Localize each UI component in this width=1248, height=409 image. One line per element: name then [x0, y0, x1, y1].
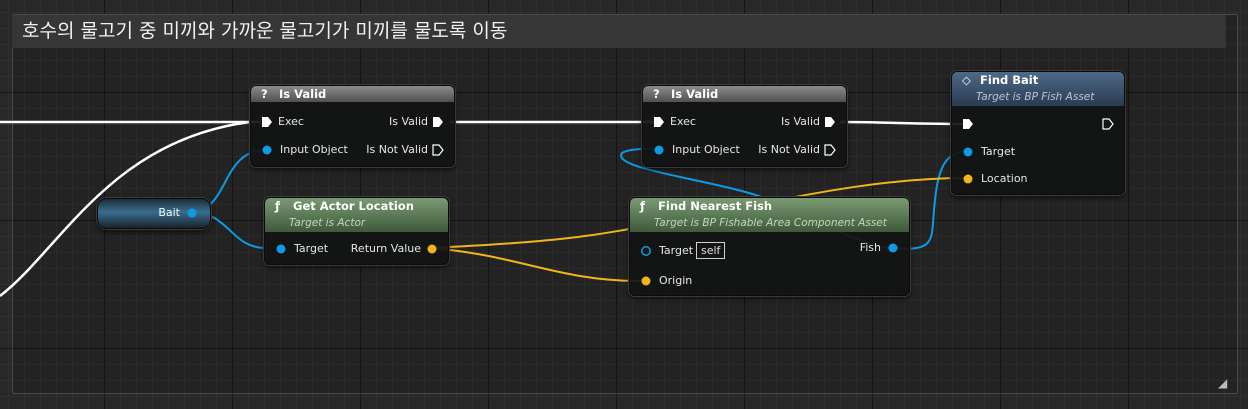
input-object-pin[interactable]: [653, 144, 665, 156]
function-icon: ƒ: [640, 199, 646, 213]
self-input[interactable]: self: [696, 242, 726, 259]
return-value-label: Return Value: [350, 242, 421, 255]
function-icon: ƒ: [275, 199, 281, 213]
input-object-label: Input Object: [672, 143, 740, 156]
exec-in-pin[interactable]: [261, 116, 273, 128]
is-valid-node-1-header[interactable]: ? Is Valid: [251, 86, 454, 102]
is-valid-exec-pin[interactable]: [432, 116, 444, 128]
find-nearest-fish-node[interactable]: ƒ Find Nearest Fish Target is BP Fishabl…: [629, 197, 910, 296]
vector-wire-location-to-origin: [429, 247, 645, 283]
origin-label: Origin: [659, 274, 693, 287]
find-bait-target-pin[interactable]: [962, 146, 974, 158]
find-bait-exec-out-pin[interactable]: [1102, 118, 1114, 130]
find-bait-subtitle: Target is BP Fish Asset: [976, 91, 1095, 103]
location-pin[interactable]: [962, 173, 974, 185]
bait-output-pin[interactable]: [186, 207, 198, 219]
is-valid-exec-pin[interactable]: [824, 116, 836, 128]
find-nearest-fish-title: Find Nearest Fish: [658, 199, 773, 213]
exec-label: Exec: [670, 115, 696, 128]
find-nearest-fish-subtitle: Target is BP Fishable Area Component Ass…: [654, 217, 887, 229]
find-bait-header[interactable]: ◇ Find Bait Target is BP Fish Asset: [952, 72, 1124, 106]
get-actor-location-header[interactable]: ƒ Get Actor Location Target is Actor: [265, 198, 448, 232]
fish-label: Fish: [859, 241, 881, 254]
is-valid-node-2-header[interactable]: ? Is Valid: [643, 86, 846, 102]
find-nearest-fish-header[interactable]: ƒ Find Nearest Fish Target is BP Fishabl…: [630, 198, 909, 232]
is-valid-node-2-title: Is Valid: [671, 87, 719, 101]
is-not-valid-exec-pin[interactable]: [432, 144, 444, 156]
fish-output-pin[interactable]: [887, 242, 899, 254]
get-actor-location-node[interactable]: ƒ Get Actor Location Target is Actor Tar…: [264, 197, 449, 265]
find-bait-node[interactable]: ◇ Find Bait Target is BP Fish Asset Targ…: [951, 71, 1125, 195]
get-actor-location-subtitle: Target is Actor: [289, 217, 366, 229]
find-bait-exec-in-pin[interactable]: [962, 118, 974, 130]
is-valid-node-1[interactable]: ? Is Valid Exec Is Valid Input Object Is…: [250, 85, 455, 167]
exec-wire-valid-to-findbait: [839, 120, 967, 126]
fish-target-label: Target: [659, 244, 694, 257]
is-valid-node-1-title: Is Valid: [279, 87, 327, 101]
is-not-valid-label: Is Not Valid: [758, 143, 820, 156]
is-valid-node-2[interactable]: ? Is Valid Exec Is Valid Input Object Is…: [642, 85, 847, 167]
find-bait-target-label: Target: [981, 145, 1016, 158]
is-not-valid-label: Is Not Valid: [366, 143, 428, 156]
get-actor-location-title: Get Actor Location: [293, 199, 414, 213]
is-valid-label: Is Valid: [781, 115, 820, 128]
origin-pin[interactable]: [640, 275, 652, 287]
is-valid-label: Is Valid: [389, 115, 428, 128]
bait-label: Bait: [158, 206, 180, 219]
event-diamond-icon: ◇: [962, 73, 971, 87]
fish-target-pin[interactable]: [640, 245, 652, 257]
exec-in-pin[interactable]: [653, 116, 665, 128]
actor-target-pin[interactable]: [275, 243, 287, 255]
question-icon: ?: [261, 87, 268, 101]
return-value-pin[interactable]: [426, 243, 438, 255]
question-icon: ?: [653, 87, 660, 101]
input-object-label: Input Object: [280, 143, 348, 156]
bait-variable-node[interactable]: Bait: [97, 198, 211, 229]
exec-label: Exec: [278, 115, 304, 128]
actor-target-label: Target: [294, 242, 329, 255]
input-object-pin[interactable]: [261, 144, 273, 156]
location-label: Location: [981, 172, 1028, 185]
find-bait-title: Find Bait: [980, 73, 1039, 87]
is-not-valid-exec-pin[interactable]: [824, 144, 836, 156]
